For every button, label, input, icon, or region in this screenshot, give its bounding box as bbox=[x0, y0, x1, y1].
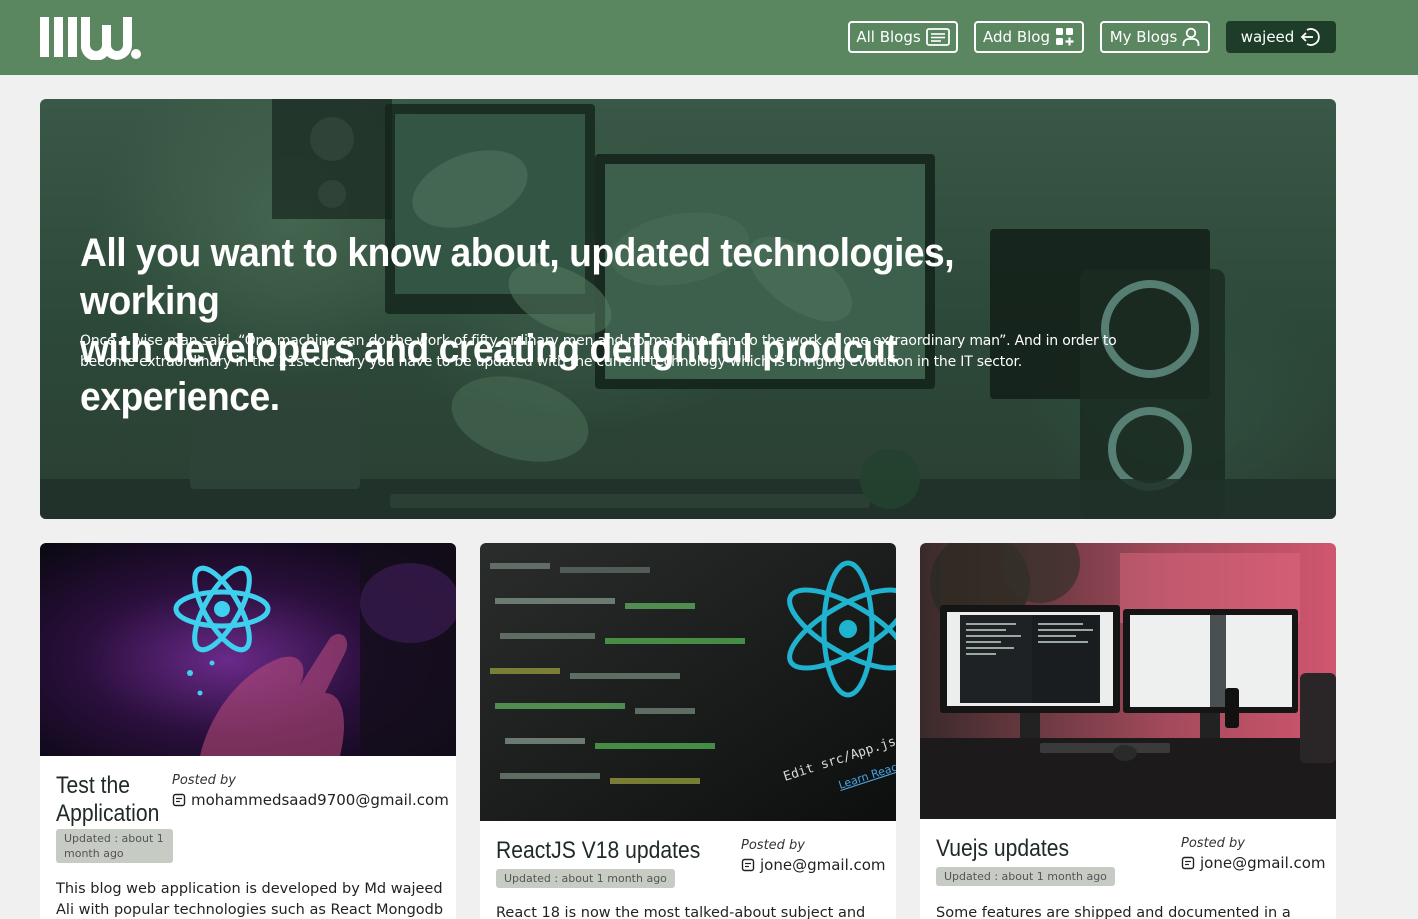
my-blogs-button[interactable]: My Blogs bbox=[1100, 21, 1210, 53]
add-blog-button[interactable]: Add Blog bbox=[974, 21, 1084, 53]
all-blogs-label: All Blogs bbox=[856, 28, 921, 46]
desk-setup-image bbox=[920, 543, 1336, 819]
blog-card-description: This blog web application is developed b… bbox=[56, 881, 444, 918]
blog-card-description: React 18 is now the most talked-about su… bbox=[496, 905, 866, 919]
blog-card[interactable]: Vuejs updates Posted by jone@gmail.com U… bbox=[920, 543, 1336, 919]
author-email-text: mohammedsaad9700@gmail.com bbox=[191, 791, 449, 809]
blog-card-title-line-1: Test the bbox=[56, 772, 130, 799]
user-icon bbox=[1182, 27, 1200, 46]
posted-by-label: Posted by bbox=[741, 838, 805, 853]
updated-badge: Updated : about 1 month ago bbox=[496, 869, 675, 888]
all-blogs-button[interactable]: All Blogs bbox=[848, 21, 958, 53]
hero-title: All you want to know about, updated tech… bbox=[80, 229, 1010, 421]
updated-badge-line-2: month ago bbox=[64, 847, 124, 860]
logout-icon bbox=[1301, 28, 1320, 46]
author-email: jone@gmail.com bbox=[1181, 854, 1326, 872]
blog-card-description: Some features are shipped and documented… bbox=[936, 905, 1291, 919]
blog-card[interactable]: Test the Application Posted by mohammeds… bbox=[40, 543, 456, 919]
blog-card-title[interactable]: Test the Application bbox=[56, 772, 159, 828]
author-email: mohammedsaad9700@gmail.com bbox=[172, 791, 449, 809]
author-email-text: jone@gmail.com bbox=[760, 856, 886, 874]
posted-by-label: Posted by bbox=[1181, 836, 1245, 851]
note-icon bbox=[741, 858, 755, 872]
blog-card-image: Edit src/App.js and save to Learn React bbox=[480, 543, 896, 821]
add-blog-label: Add Blog bbox=[983, 28, 1050, 46]
blog-card-title[interactable]: ReactJS V18 updates bbox=[496, 837, 700, 865]
hero-title-line-1: All you want to know about, updated tech… bbox=[80, 231, 955, 323]
note-icon bbox=[172, 793, 186, 807]
blog-card-title[interactable]: Vuejs updates bbox=[936, 835, 1069, 863]
blog-card[interactable]: Edit src/App.js and save to Learn React … bbox=[480, 543, 896, 919]
list-icon bbox=[925, 28, 950, 46]
hero-description: Once a wise man said, “One machine can d… bbox=[80, 333, 1117, 370]
note-icon bbox=[1181, 856, 1195, 870]
username-label: wajeed bbox=[1240, 28, 1295, 46]
site-logo[interactable] bbox=[40, 16, 142, 60]
posted-by-label: Posted by bbox=[172, 773, 236, 788]
author-email: jone@gmail.com bbox=[741, 856, 886, 874]
user-logout-button[interactable]: wajeed bbox=[1226, 21, 1336, 53]
updated-badge: Updated : about 1 month ago bbox=[56, 829, 173, 863]
header-bar: All Blogs Add Blog My Blogs wajeed bbox=[0, 0, 1418, 75]
blog-card-image bbox=[40, 543, 456, 756]
updated-badge-line-1: Updated : about 1 bbox=[64, 832, 164, 845]
updated-badge: Updated : about 1 month ago bbox=[936, 867, 1115, 886]
react-code-image: Edit src/App.js and save to Learn React bbox=[480, 543, 896, 821]
react-hologram-image bbox=[40, 543, 456, 756]
blog-card-title-line-2: Application bbox=[56, 800, 160, 827]
my-blogs-label: My Blogs bbox=[1109, 28, 1178, 46]
blog-card-image bbox=[920, 543, 1336, 819]
grid-plus-icon bbox=[1055, 28, 1074, 46]
hero-banner: All you want to know about, updated tech… bbox=[40, 99, 1336, 519]
author-email-text: jone@gmail.com bbox=[1200, 854, 1326, 872]
